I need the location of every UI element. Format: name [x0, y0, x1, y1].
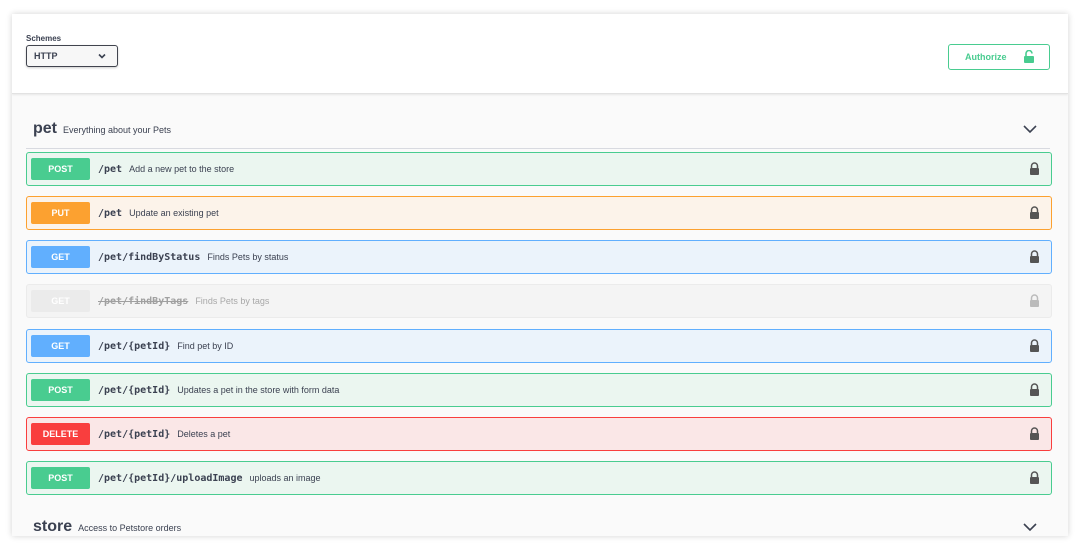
operation-path: /pet/{petId} — [98, 384, 171, 396]
tag-header-pet[interactable]: pet Everything about your Pets — [26, 109, 1050, 149]
operation-summary: Find pet by ID — [177, 341, 234, 351]
schemes-select[interactable]: HTTP — [26, 45, 118, 67]
unlock-icon — [1024, 50, 1034, 63]
operation-path: /pet/{petId} — [98, 340, 171, 352]
operation-post-pet-upload-image[interactable]: POST /pet/{petId}/uploadImage uploads an… — [26, 461, 1052, 495]
operation-summary: Add a new pet to the store — [129, 164, 235, 174]
schemes-selected-value: HTTP — [34, 51, 58, 61]
operation-summary: Finds Pets by tags — [195, 296, 270, 306]
method-badge: POST — [31, 467, 90, 489]
operation-delete-pet[interactable]: DELETE /pet/{petId} Deletes a pet — [26, 417, 1052, 451]
lock-icon[interactable] — [1029, 427, 1040, 440]
lock-icon[interactable] — [1029, 250, 1040, 263]
operation-path: /pet/{petId} — [98, 428, 171, 440]
operation-path: /pet — [98, 207, 123, 219]
operation-path: /pet/findByTags — [98, 295, 189, 307]
chevron-down-icon — [98, 53, 106, 59]
authorize-button[interactable]: Authorize — [948, 44, 1050, 70]
lock-icon[interactable] — [1029, 294, 1040, 307]
operation-summary: Finds Pets by status — [207, 252, 289, 262]
method-badge: GET — [31, 246, 90, 268]
method-badge: PUT — [31, 202, 90, 224]
method-badge: GET — [31, 290, 90, 312]
chevron-down-icon[interactable] — [1022, 122, 1038, 136]
lock-icon[interactable] — [1029, 383, 1040, 396]
schemes-label: Schemes — [26, 34, 62, 43]
method-badge: GET — [31, 335, 90, 357]
operation-put-pet[interactable]: PUT /pet Update an existing pet — [26, 196, 1052, 230]
tag-description: Everything about your Pets — [63, 124, 172, 135]
tag-name: pet — [33, 119, 57, 137]
lock-icon[interactable] — [1029, 471, 1040, 484]
tag-name: store — [33, 518, 73, 535]
lock-icon[interactable] — [1029, 206, 1040, 219]
tag-description: Access to Petstore orders — [78, 523, 182, 533]
operation-get-pet-findbystatus[interactable]: GET /pet/findByStatus Finds Pets by stat… — [26, 240, 1052, 274]
operation-get-pet-by-id[interactable]: GET /pet/{petId} Find pet by ID — [26, 329, 1052, 363]
method-badge: DELETE — [31, 423, 90, 445]
lock-icon[interactable] — [1029, 162, 1040, 175]
lock-icon[interactable] — [1029, 339, 1040, 352]
operation-summary: Update an existing pet — [129, 208, 219, 218]
tag-header-store[interactable]: store Access to Petstore orders — [26, 507, 1050, 536]
operation-path: /pet — [98, 163, 123, 175]
operation-summary: uploads an image — [249, 473, 321, 483]
chevron-down-icon[interactable] — [1022, 520, 1038, 534]
method-badge: POST — [31, 379, 90, 401]
authorize-label: Authorize — [965, 52, 1007, 62]
operation-summary: Updates a pet in the store with form dat… — [177, 385, 340, 395]
method-badge: POST — [31, 158, 90, 180]
operation-post-pet[interactable]: POST /pet Add a new pet to the store — [26, 152, 1052, 186]
operation-summary: Deletes a pet — [177, 429, 231, 439]
swagger-page: Schemes HTTP Authorize pet Everything ab… — [12, 14, 1068, 536]
operation-get-pet-findbytags-deprecated[interactable]: GET /pet/findByTags Finds Pets by tags — [26, 284, 1052, 318]
scheme-bar: Schemes HTTP Authorize — [12, 14, 1068, 94]
operation-path: /pet/{petId}/uploadImage — [98, 472, 243, 484]
operation-path: /pet/findByStatus — [98, 251, 201, 263]
operation-post-pet-by-id[interactable]: POST /pet/{petId} Updates a pet in the s… — [26, 373, 1052, 407]
